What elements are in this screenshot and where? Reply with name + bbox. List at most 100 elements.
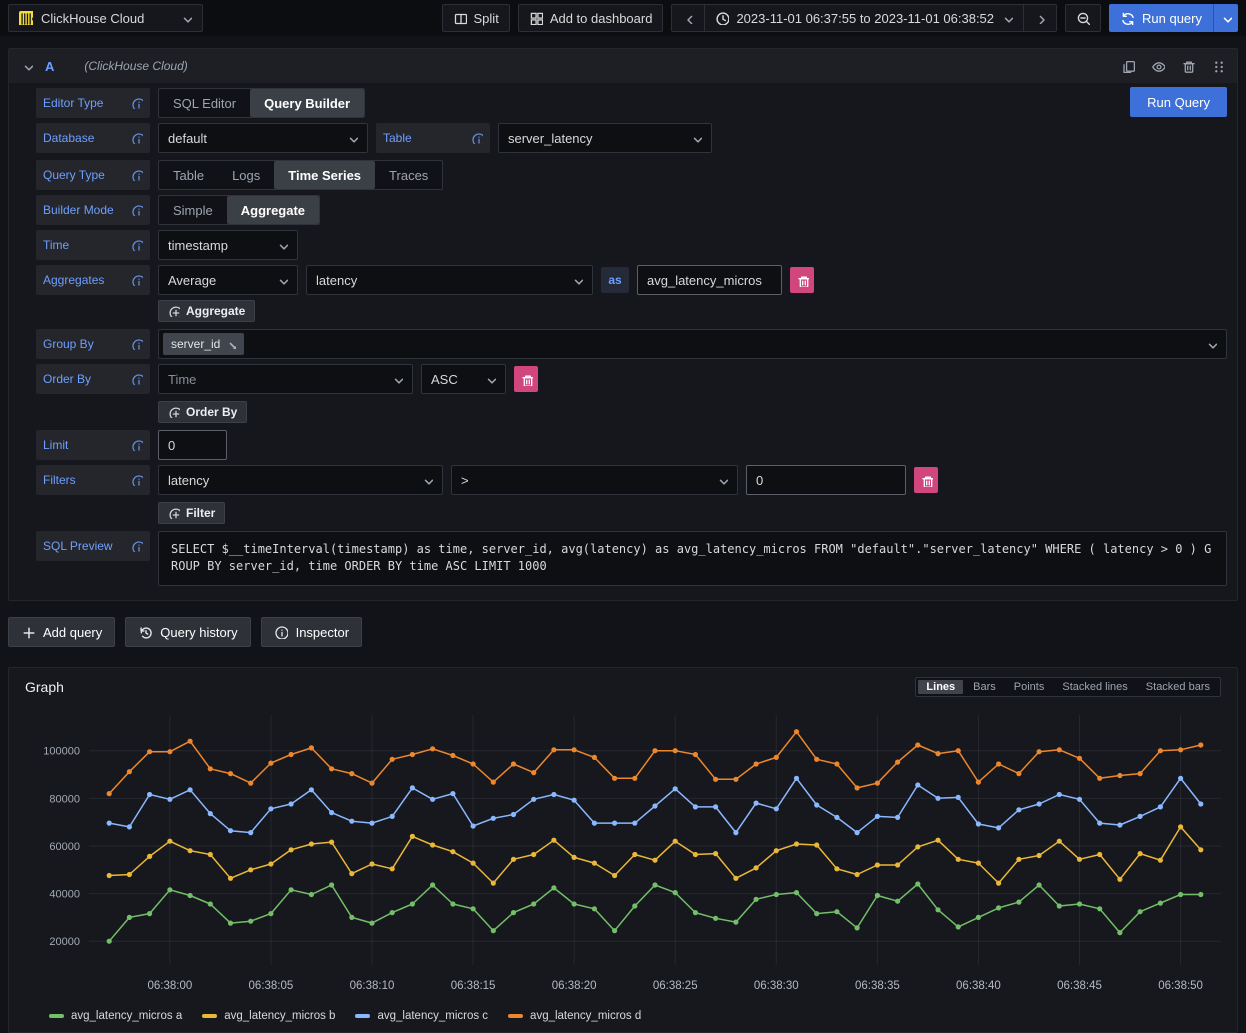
remove-tag-icon[interactable]: [227, 340, 236, 349]
duplicate-query-icon[interactable]: [1121, 59, 1135, 73]
info-icon[interactable]: [131, 338, 143, 350]
legend-item[interactable]: avg_latency_micros a: [49, 1010, 182, 1022]
data-point: [369, 781, 374, 786]
query-row-header[interactable]: A (ClickHouse Cloud): [9, 49, 1237, 83]
filter-value-input[interactable]: 0: [746, 465, 906, 495]
data-point: [935, 838, 940, 843]
info-icon[interactable]: [131, 274, 143, 286]
datasource-picker[interactable]: ClickHouse Cloud: [8, 4, 203, 32]
info-icon[interactable]: [131, 239, 143, 251]
order-by-direction-select[interactable]: ASC: [421, 364, 506, 394]
graph-mode-stacked-bars[interactable]: Stacked bars: [1138, 680, 1218, 694]
query-type-option-table[interactable]: Table: [159, 161, 218, 189]
graph-mode-points[interactable]: Points: [1006, 680, 1053, 694]
remove-order-by-button[interactable]: [514, 366, 538, 392]
delete-query-icon[interactable]: [1181, 59, 1195, 73]
data-point: [329, 766, 334, 771]
info-icon[interactable]: [131, 540, 143, 552]
data-point: [814, 757, 819, 762]
add-to-dashboard-button[interactable]: Add to dashboard: [518, 4, 664, 32]
query-history-button[interactable]: Query history: [125, 617, 250, 647]
zoom-out-button[interactable]: [1065, 4, 1101, 32]
editor-type-option-sql-editor[interactable]: SQL Editor: [159, 89, 250, 117]
builder-mode-option-simple[interactable]: Simple: [159, 196, 227, 224]
data-point: [713, 916, 718, 921]
group-by-select[interactable]: server_id: [158, 329, 1227, 359]
info-icon[interactable]: [131, 169, 143, 181]
graph-mode-bars[interactable]: Bars: [965, 680, 1004, 694]
data-point: [572, 798, 577, 803]
query-type-option-traces[interactable]: Traces: [375, 161, 442, 189]
info-icon[interactable]: [131, 132, 143, 144]
legend-item[interactable]: avg_latency_micros b: [202, 1010, 335, 1022]
data-point: [693, 804, 698, 809]
sync-icon: [1120, 11, 1134, 25]
field-label-query-type: Query Type: [36, 160, 150, 190]
table-select[interactable]: server_latency: [498, 123, 712, 153]
data-point: [551, 838, 556, 843]
top-bar: ClickHouse Cloud Split Add to dashboard …: [0, 0, 1246, 36]
info-icon[interactable]: [131, 439, 143, 451]
filter-field-select[interactable]: latency: [158, 465, 443, 495]
limit-input[interactable]: 0: [158, 430, 227, 460]
field-label-builder-mode: Builder Mode: [36, 195, 150, 225]
data-point: [1198, 847, 1203, 852]
builder-mode-option-aggregate[interactable]: Aggregate: [227, 196, 319, 224]
graph-mode-lines[interactable]: Lines: [918, 680, 963, 694]
data-point: [268, 761, 273, 766]
info-icon[interactable]: [131, 97, 143, 109]
data-point: [1097, 906, 1102, 911]
run-query-panel-button[interactable]: Run Query: [1130, 87, 1227, 117]
legend-item[interactable]: avg_latency_micros c: [355, 1010, 488, 1022]
data-point: [430, 882, 435, 887]
time-shift-back-button[interactable]: [671, 4, 705, 32]
run-query-button[interactable]: Run query: [1109, 4, 1213, 32]
filter-operator-select[interactable]: >: [451, 465, 738, 495]
editor-type-option-query-builder[interactable]: Query Builder: [250, 89, 364, 117]
query-type-option-time-series[interactable]: Time Series: [274, 161, 375, 189]
legend-label: avg_latency_micros a: [71, 1010, 182, 1022]
info-icon[interactable]: [131, 474, 143, 486]
order-by-field-select[interactable]: Time: [158, 364, 413, 394]
info-icon[interactable]: [471, 132, 483, 144]
collapse-chevron-icon[interactable]: [21, 60, 33, 72]
time-range-picker[interactable]: 2023-11-01 06:37:55 to 2023-11-01 06:38:…: [704, 4, 1024, 32]
data-point: [228, 921, 233, 926]
remove-filter-button[interactable]: [914, 467, 938, 493]
hide-query-icon[interactable]: [1151, 59, 1165, 73]
database-select[interactable]: default: [158, 123, 368, 153]
data-point: [1158, 748, 1163, 753]
graph-mode-stacked-lines[interactable]: Stacked lines: [1054, 680, 1135, 694]
aggregate-column-select[interactable]: latency: [306, 265, 593, 295]
time-column-select[interactable]: timestamp: [158, 230, 298, 260]
query-type-option-logs[interactable]: Logs: [218, 161, 274, 189]
run-query-dropdown-button[interactable]: [1213, 4, 1238, 32]
info-icon[interactable]: [131, 373, 143, 385]
data-point: [814, 911, 819, 916]
data-point: [572, 747, 577, 752]
data-point: [551, 747, 556, 752]
data-point: [309, 892, 314, 897]
add-query-button[interactable]: Add query: [8, 617, 115, 647]
data-point: [794, 890, 799, 895]
remove-aggregate-button[interactable]: [790, 267, 814, 293]
zoom-out-icon: [1076, 11, 1090, 25]
aggregate-function-select[interactable]: Average: [158, 265, 298, 295]
timeseries-chart[interactable]: 2000040000600008000010000006:38:0006:38:…: [17, 703, 1229, 1003]
legend-item[interactable]: avg_latency_micros d: [508, 1010, 641, 1022]
inspector-button[interactable]: Inspector: [261, 617, 362, 647]
aggregate-alias-input[interactable]: avg_latency_micros: [637, 265, 782, 295]
add-aggregate-button[interactable]: Aggregate: [158, 300, 255, 322]
time-shift-forward-button[interactable]: [1023, 4, 1057, 32]
plus-circle-icon: [168, 305, 180, 317]
data-point: [1178, 892, 1183, 897]
add-filter-button[interactable]: Filter: [158, 502, 225, 524]
info-icon[interactable]: [131, 204, 143, 216]
add-order-by-button[interactable]: Order By: [158, 401, 247, 423]
data-point: [248, 781, 253, 786]
plus-circle-icon: [168, 507, 180, 519]
data-point: [652, 748, 657, 753]
drag-handle-icon[interactable]: [1211, 59, 1225, 73]
data-point: [592, 861, 597, 866]
split-button[interactable]: Split: [442, 4, 510, 32]
